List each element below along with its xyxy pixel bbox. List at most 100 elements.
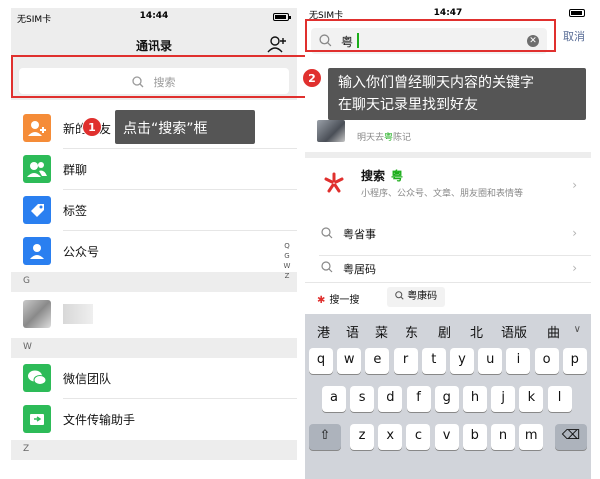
candidate[interactable]: 菜 <box>375 322 388 341</box>
key-s[interactable]: s <box>350 386 375 412</box>
contact-row-wechat-team[interactable]: 微信团队 <box>11 358 297 399</box>
tooltip-line: 输入你们曾经聊天内容的关键字 <box>338 75 534 91</box>
section-header-g: G <box>11 272 297 292</box>
key-a[interactable]: a <box>322 386 346 412</box>
section-letter: G <box>23 276 30 286</box>
suggestion-text: 粤省事 <box>343 228 376 241</box>
highlight-box <box>11 55 308 98</box>
avatar <box>23 300 51 328</box>
suggestion-item[interactable]: 粤省事 › <box>305 212 591 256</box>
key-n[interactable]: n <box>491 424 515 450</box>
avatar <box>317 120 345 142</box>
blurred-name <box>63 304 93 324</box>
candidate[interactable]: 港 <box>317 322 330 341</box>
contact-row-file-transfer[interactable]: 文件传输助手 <box>11 399 297 440</box>
index-letter[interactable]: W <box>282 261 292 271</box>
key-c[interactable]: c <box>406 424 431 450</box>
backspace-key-icon[interactable]: ⌫ <box>555 424 587 450</box>
group-chat-icon <box>23 155 51 183</box>
section-letter: Z <box>23 444 30 454</box>
key-j[interactable]: j <box>491 386 516 412</box>
key-v[interactable]: v <box>434 424 459 450</box>
contact-label: 文件传输助手 <box>63 413 136 427</box>
instruction-tooltip: 点击“搜索”框 <box>115 110 255 144</box>
chat-snippet: 明天去粤陈记 <box>357 130 411 143</box>
contact-label: 微信团队 <box>63 372 112 386</box>
key-h[interactable]: h <box>463 386 487 412</box>
alphabet-index[interactable]: Q G W Z <box>282 241 292 281</box>
sousuo-logo-icon: ✱ <box>317 295 326 306</box>
key-q[interactable]: q <box>309 348 333 374</box>
add-friend-icon[interactable] <box>267 35 287 53</box>
clock: 14:47 <box>433 8 463 18</box>
key-d[interactable]: d <box>378 386 403 412</box>
clock: 14:44 <box>139 11 169 21</box>
tooltip-text: 点击“搜索”框 <box>123 121 208 137</box>
cancel-button[interactable]: 取消 <box>563 28 585 44</box>
quick-label: 搜一搜 <box>329 295 360 306</box>
contact-row-group-chats[interactable]: 群聊 <box>11 149 297 190</box>
quick-chip-text: 粤康码 <box>407 291 438 302</box>
suggestion-text: 粤居码 <box>343 263 376 276</box>
section-letter: W <box>23 342 32 352</box>
highlight-box <box>305 19 556 52</box>
key-r[interactable]: r <box>393 348 418 374</box>
key-p[interactable]: p <box>562 348 587 374</box>
status-bar: 无SIM卡 14:44 <box>11 8 297 26</box>
sousuo-logo-icon <box>324 172 344 193</box>
key-w[interactable]: w <box>337 348 362 374</box>
key-f[interactable]: f <box>406 386 431 412</box>
contact-row-tags[interactable]: 标签 <box>11 190 297 231</box>
shift-key-icon[interactable]: ⇧ <box>309 424 341 450</box>
candidate[interactable]: 北 <box>470 322 483 341</box>
index-letter[interactable]: Z <box>282 271 292 281</box>
candidate[interactable]: 东 <box>405 322 418 341</box>
contact-label: 公众号 <box>63 245 100 259</box>
page-title: 通讯录 <box>135 39 172 53</box>
quick-chip[interactable]: 粤康码 <box>387 287 446 307</box>
key-o[interactable]: o <box>534 348 559 374</box>
quick-search-bar: ✱ 搜一搜 粤康码 <box>305 282 591 312</box>
key-i[interactable]: i <box>506 348 531 374</box>
chevron-down-icon[interactable]: ∨ <box>574 324 581 335</box>
chevron-right-icon: › <box>572 178 577 192</box>
key-g[interactable]: g <box>434 386 459 412</box>
candidate[interactable]: 语 <box>346 322 359 341</box>
key-y[interactable]: y <box>450 348 474 374</box>
wechat-icon <box>23 364 51 392</box>
step-badge: 2 <box>302 68 322 88</box>
contact-label: 群聊 <box>63 163 88 177</box>
chevron-right-icon: › <box>572 226 577 240</box>
candidate[interactable]: 曲 <box>547 322 560 341</box>
key-x[interactable]: x <box>378 424 403 450</box>
section-header-w: W <box>11 338 297 358</box>
instruction-tooltip: 输入你们曾经聊天内容的关键字 在聊天记录里找到好友 <box>328 68 586 120</box>
official-account-icon <box>23 237 51 265</box>
key-m[interactable]: m <box>519 424 544 450</box>
folder-icon <box>23 405 51 433</box>
section-header-z: Z <box>11 440 297 460</box>
sousuo-subtitle: 小程序、公众号、文章、朋友圈和表情等 <box>361 189 524 199</box>
index-letter[interactable]: G <box>282 251 292 261</box>
sousuo-result[interactable]: 搜索粤 小程序、公众号、文章、朋友圈和表情等 › <box>305 158 591 212</box>
tag-icon <box>23 196 51 224</box>
candidate[interactable]: 语版 <box>501 322 527 341</box>
contact-row-official-accounts[interactable]: 公众号 <box>11 231 297 272</box>
key-e[interactable]: e <box>365 348 390 374</box>
contact-row-blurred[interactable] <box>11 292 297 338</box>
sousuo-quick-button[interactable]: ✱ 搜一搜 <box>317 291 359 306</box>
key-u[interactable]: u <box>478 348 503 374</box>
key-b[interactable]: b <box>462 424 487 450</box>
candidate[interactable]: 剧 <box>438 322 451 341</box>
key-z[interactable]: z <box>350 424 374 450</box>
snippet-text: 明天去 <box>357 133 385 143</box>
suggestion-item[interactable]: 粤居码 › <box>305 256 591 282</box>
key-l[interactable]: l <box>547 386 572 412</box>
chevron-right-icon: › <box>572 261 577 275</box>
key-k[interactable]: k <box>519 386 544 412</box>
index-letter[interactable]: Q <box>282 241 292 251</box>
sousuo-title: 搜索粤 <box>361 167 403 184</box>
key-t[interactable]: t <box>421 348 446 374</box>
contact-label: 标签 <box>63 204 88 218</box>
sousuo-highlight: 粤 <box>391 169 404 183</box>
